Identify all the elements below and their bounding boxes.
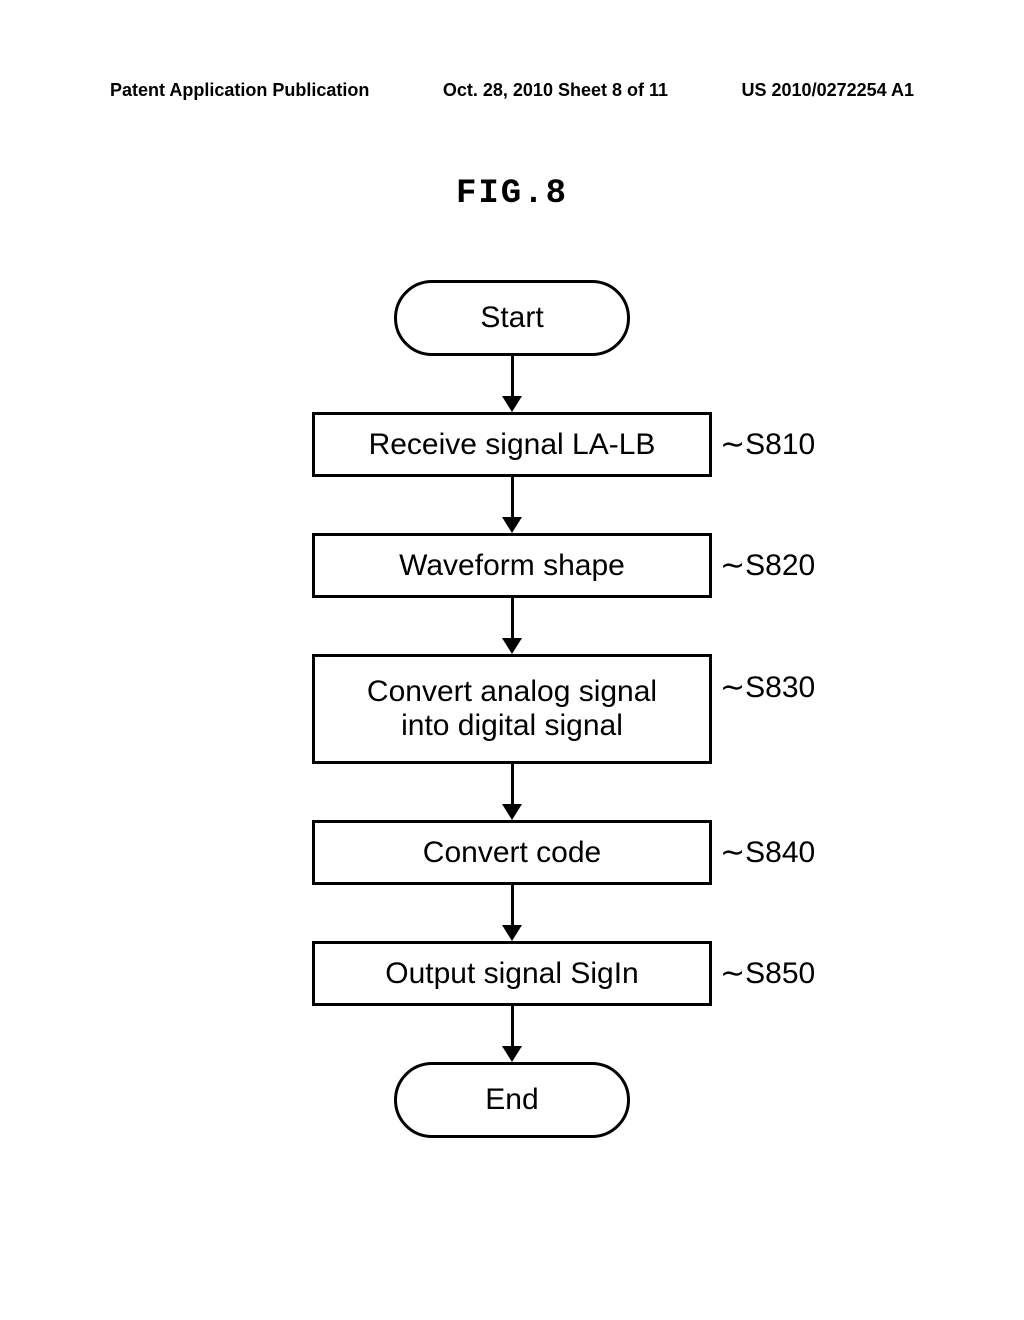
step-row: Convert code ∼S840 [312,820,712,885]
step-label: Convert analog signal into digital signa… [367,675,657,743]
arrow [502,764,522,820]
step-s850: Output signal SigIn [312,941,712,1006]
step-ref: ∼S840 [720,835,815,870]
header-right: US 2010/0272254 A1 [742,80,914,101]
page-header: Patent Application Publication Oct. 28, … [0,80,1024,101]
end-label: End [485,1083,538,1117]
header-mid: Oct. 28, 2010 Sheet 8 of 11 [443,80,668,101]
arrow [502,598,522,654]
step-ref: ∼S810 [720,427,815,462]
step-s810: Receive signal LA-LB [312,412,712,477]
step-ref: ∼S830 [720,670,815,705]
step-label: Waveform shape [399,549,625,583]
step-row: Convert analog signal into digital signa… [312,654,712,764]
step-s820: Waveform shape [312,533,712,598]
step-s840: Convert code [312,820,712,885]
start-node: Start [394,280,630,356]
arrow [502,356,522,412]
step-row: Waveform shape ∼S820 [312,533,712,598]
arrow [502,1006,522,1062]
step-s830: Convert analog signal into digital signa… [312,654,712,764]
step-ref: ∼S820 [720,548,815,583]
step-label: Receive signal LA-LB [369,428,656,462]
flowchart: Start Receive signal LA-LB ∼S810 Wavefor… [0,280,1024,1138]
step-row: Output signal SigIn ∼S850 [312,941,712,1006]
start-label: Start [480,301,543,335]
figure-label: FIG.8 [0,175,1024,213]
arrow [502,885,522,941]
step-label: Convert code [423,836,601,870]
arrow [502,477,522,533]
header-left: Patent Application Publication [110,80,369,101]
step-label: Output signal SigIn [385,957,639,991]
step-ref: ∼S850 [720,956,815,991]
end-node: End [394,1062,630,1138]
step-row: Receive signal LA-LB ∼S810 [312,412,712,477]
